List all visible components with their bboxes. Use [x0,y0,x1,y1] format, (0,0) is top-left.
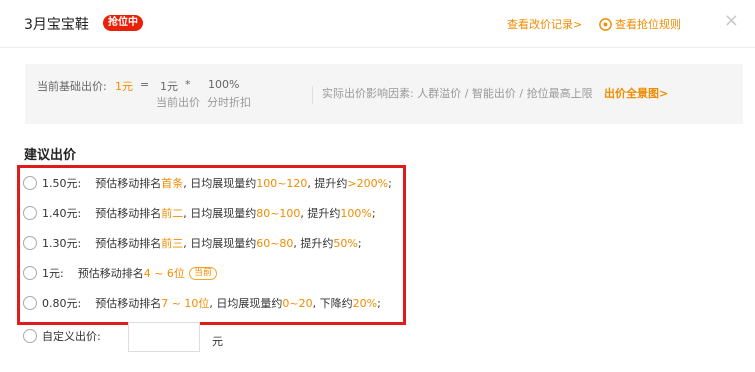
bid-option-1[interactable]: 1.50元: 预估移动排名 首条 , 日均展现量约 100~120 , 提升约 … [23,175,392,191]
radio-button[interactable] [23,266,37,280]
discount-label: 分时折扣 [207,96,251,109]
option-price: 1.40元: [42,207,82,220]
radio-button[interactable] [23,296,37,310]
current-price: 1元 [160,80,178,93]
price-history-link[interactable]: 查看改价记录> [507,16,582,32]
option-price: 0.80元: [42,297,82,310]
option-rank: 7 ~ 10位 [161,297,210,310]
option-text: , 日均展现量约 [183,237,257,250]
option-price: 1元: [42,267,64,280]
option-rank: 前二 [161,207,184,220]
option-change: 50% [333,236,358,250]
factors-link[interactable]: 出价全景图> [604,85,668,101]
base-price-label: 当前基础出价: [37,80,107,93]
multiply-sign: * [185,78,191,91]
option-text: , 提升约 [293,237,334,250]
option-change: 100% [340,206,372,220]
factors-text: 实际出价影响因素: 人群溢价 / 智能出价 / 抢位最高上限 [322,87,593,100]
option-text: , 日均展现量约 [209,297,283,310]
option-text: ; [357,236,362,250]
rules-icon [599,17,612,31]
radio-button[interactable] [23,329,37,343]
option-impressions: 0~20 [282,296,313,310]
current-tag: 当前 [188,266,217,280]
option-impressions: 100~120 [256,176,308,190]
unit-label: 元 [212,335,223,348]
radio-button[interactable] [23,236,37,250]
option-text: , 日均展现量约 [183,177,257,190]
page-title: 3月宝宝鞋 [24,17,89,33]
option-text: 预估移动排名 [95,297,162,310]
divider [312,86,313,104]
custom-bid-label: 自定义出价: [42,330,101,343]
option-text: ; [371,206,376,220]
custom-bid-option[interactable]: 自定义出价: [23,328,101,344]
current-price-label: 当前出价 [156,96,200,109]
rules-link-label: 查看抢位规则 [615,18,681,31]
option-text: ; [377,296,381,310]
option-text: 预估移动排名 [77,267,144,280]
option-change: 20% [352,296,378,310]
discount-value: 100% [208,78,240,91]
dialog-header: 3月宝宝鞋 抢位中 查看改价记录> 查看抢位规则 × [0,0,755,48]
base-price-bar: 当前基础出价: 1元 = 1元 * 100% 当前出价 分时折扣 实际出价影响因… [25,64,743,124]
option-price: 1.50元: [42,177,82,190]
option-rank: 首条 [161,177,184,190]
option-text: 预估移动排名 [95,207,162,220]
radio-button[interactable] [23,206,37,220]
close-icon[interactable]: × [724,12,739,30]
option-price: 1.30元: [42,237,82,250]
option-text: 预估移动排名 [95,177,162,190]
radio-button[interactable] [23,176,37,190]
equals-sign: = [140,78,150,91]
option-impressions: 60~80 [256,236,294,250]
base-price-value: 1元 [115,80,133,93]
bid-option-4[interactable]: 1元: 预估移动排名 4 ~ 6位 当前 [23,265,217,281]
bid-option-5[interactable]: 0.80元: 预估移动排名 7 ~ 10位 , 日均展现量约 0~20 , 下降… [23,295,381,311]
bid-option-2[interactable]: 1.40元: 预估移动排名 前二 , 日均展现量约 80~100 , 提升约 1… [23,205,376,221]
option-rank: 4 ~ 6位 [143,267,185,280]
section-title: 建议出价 [24,148,77,163]
option-change: >200% [347,176,389,190]
option-text: , 下降约 [312,297,353,310]
option-text: 预估移动排名 [95,237,162,250]
option-text: ; [388,176,392,190]
option-text: , 日均展现量约 [183,207,257,220]
status-badge: 抢位中 [103,15,143,31]
rules-link[interactable]: 查看抢位规则 [598,16,681,32]
option-rank: 前三 [161,237,184,250]
custom-bid-input[interactable] [128,322,200,352]
option-impressions: 80~100 [256,206,301,220]
option-text: , 提升约 [307,177,348,190]
bid-option-3[interactable]: 1.30元: 预估移动排名 前三 , 日均展现量约 60~80 , 提升约 50… [23,235,362,251]
option-text: , 提升约 [300,207,341,220]
